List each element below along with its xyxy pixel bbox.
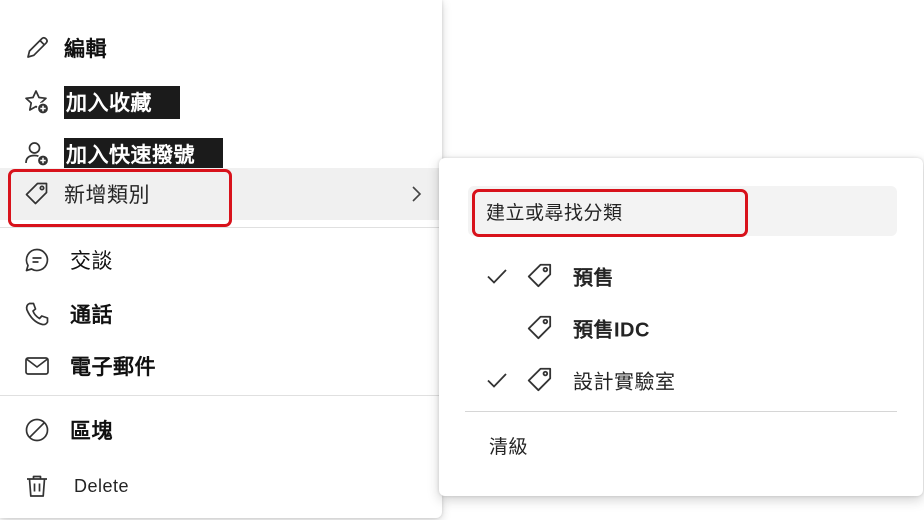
menu-item-label: 編輯	[64, 38, 107, 61]
menu-item-label: Delete	[74, 475, 130, 496]
person-add-icon	[22, 139, 52, 169]
tag-icon	[22, 179, 52, 209]
context-menu: 編輯 加入收藏 加入快速撥號 新增類別 交談 通話 電子郵件 區塊 Delete	[0, 0, 442, 518]
phone-icon	[22, 299, 52, 329]
tag-icon	[527, 315, 552, 340]
menu-item-delete[interactable]: Delete	[0, 460, 442, 512]
screen: 編輯 加入收藏 加入快速撥號 新增類別 交談 通話 電子郵件 區塊 Delete…	[0, 0, 924, 520]
menu-item-call[interactable]: 通話	[0, 288, 442, 340]
clear-categories-button[interactable]: 清級	[489, 432, 528, 459]
pencil-icon	[22, 33, 52, 63]
menu-item-label: 交談	[70, 250, 113, 273]
category-label: 預售	[573, 267, 614, 290]
star-add-icon	[22, 87, 52, 117]
menu-item-edit[interactable]: 編輯	[0, 22, 442, 74]
block-icon	[22, 415, 52, 445]
create-or-find-category[interactable]: 建立或尋找分類	[468, 186, 897, 236]
tag-icon	[527, 263, 552, 288]
menu-divider	[0, 227, 442, 228]
tag-icon	[527, 367, 552, 392]
mail-icon	[22, 351, 52, 381]
menu-item-block[interactable]: 區塊	[0, 404, 442, 456]
menu-item-email[interactable]: 電子郵件	[0, 340, 442, 392]
menu-item-label: 加入快速撥號	[64, 137, 223, 171]
category-item-presales[interactable]: 預售	[439, 250, 923, 302]
category-label: 預售IDC	[573, 319, 650, 342]
menu-item-label: 新增類別	[64, 184, 150, 207]
trash-icon	[22, 471, 52, 501]
menu-item-label: 區塊	[70, 420, 113, 443]
category-label: 設計實驗室	[573, 371, 676, 394]
submenu-divider	[465, 411, 897, 412]
chat-icon	[22, 245, 52, 275]
menu-divider	[0, 395, 442, 396]
menu-item-label: 加入收藏	[64, 85, 180, 119]
menu-item-label: 電子郵件	[70, 356, 156, 379]
checkmark-icon	[487, 373, 507, 388]
category-submenu: 建立或尋找分類 預售 預售IDC 設計實驗室 清級	[439, 158, 923, 496]
menu-item-add-category[interactable]: 新增類別	[0, 168, 442, 220]
chevron-right-icon	[412, 186, 422, 202]
category-item-presales-idc[interactable]: 預售IDC	[439, 302, 923, 354]
menu-item-chat[interactable]: 交談	[0, 234, 442, 286]
menu-item-label: 通話	[70, 304, 113, 327]
category-item-design-lab[interactable]: 設計實驗室	[439, 354, 923, 406]
menu-item-favorite[interactable]: 加入收藏	[0, 76, 442, 128]
create-or-find-label: 建立或尋找分類	[486, 202, 623, 224]
checkmark-icon	[487, 269, 507, 284]
